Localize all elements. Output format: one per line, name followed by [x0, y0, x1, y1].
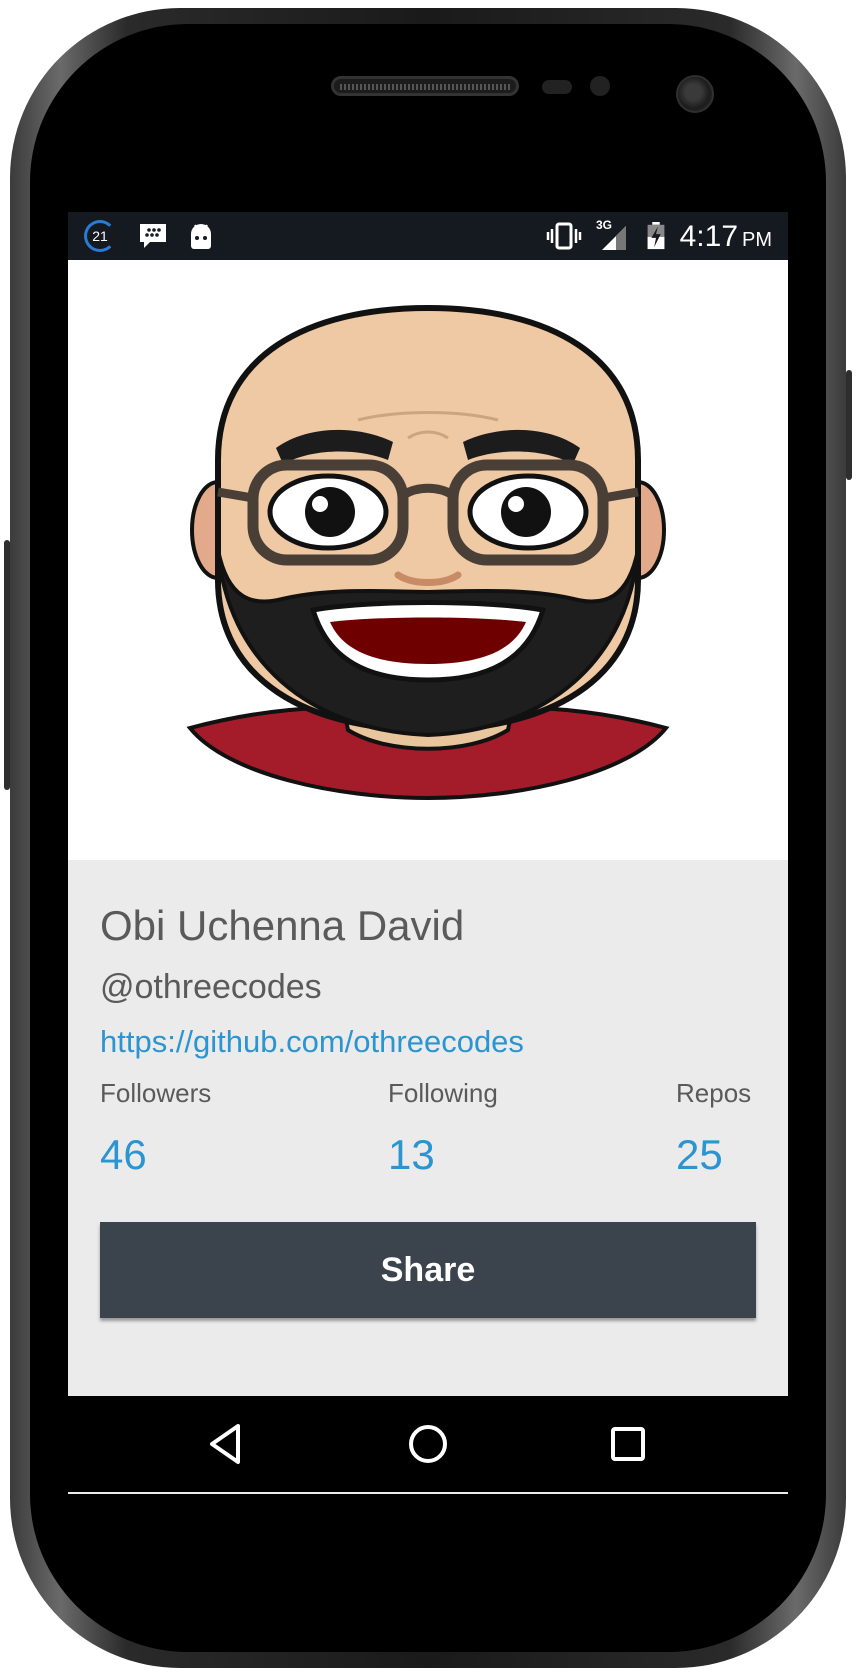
recents-icon[interactable] — [600, 1416, 656, 1472]
android-debug-icon — [191, 224, 211, 249]
profile-handle: @othreecodes — [100, 968, 322, 1006]
stat-label: Repos — [676, 1078, 752, 1108]
status-time: 4:17 PM — [680, 220, 772, 254]
notification-count-icon: 21 — [84, 220, 116, 252]
profile-url-link[interactable]: https://github.com/othreecodes — [100, 1024, 524, 1060]
stat-value: 13 — [388, 1131, 435, 1178]
power-button — [846, 370, 852, 480]
stat-value: 25 — [676, 1131, 723, 1178]
time-ampm: PM — [742, 229, 772, 251]
stat-value: 46 — [100, 1131, 147, 1178]
status-bar: 21 3G 4:17 PM — [68, 212, 788, 260]
stat-label: Following — [388, 1078, 498, 1108]
avatar — [68, 260, 788, 860]
light-sensor — [590, 76, 610, 96]
proximity-sensor — [542, 80, 572, 94]
share-button[interactable]: Share — [100, 1222, 756, 1318]
app-screen: 21 3G 4:17 PM Obi Uchenna David @othreec… — [68, 212, 788, 1494]
profile-name: Obi Uchenna David — [100, 902, 465, 949]
signal-3g-icon: 3G — [596, 218, 628, 250]
stat-followers: Followers 46 — [100, 1078, 211, 1179]
time-value: 4:17 — [679, 220, 738, 253]
battery-charging-icon — [647, 222, 665, 250]
front-camera — [676, 75, 714, 113]
earpiece-speaker — [331, 76, 519, 96]
stat-label: Followers — [100, 1078, 212, 1108]
stat-following: Following 13 — [388, 1078, 498, 1179]
volume-button — [4, 540, 10, 790]
bbm-message-icon — [140, 224, 166, 248]
avatar-image — [186, 304, 670, 801]
stat-repos: Repos 25 — [676, 1078, 751, 1179]
navigation-bar — [68, 1396, 788, 1492]
vibrate-icon — [546, 222, 582, 250]
home-icon[interactable] — [400, 1416, 456, 1472]
back-icon[interactable] — [198, 1416, 254, 1472]
